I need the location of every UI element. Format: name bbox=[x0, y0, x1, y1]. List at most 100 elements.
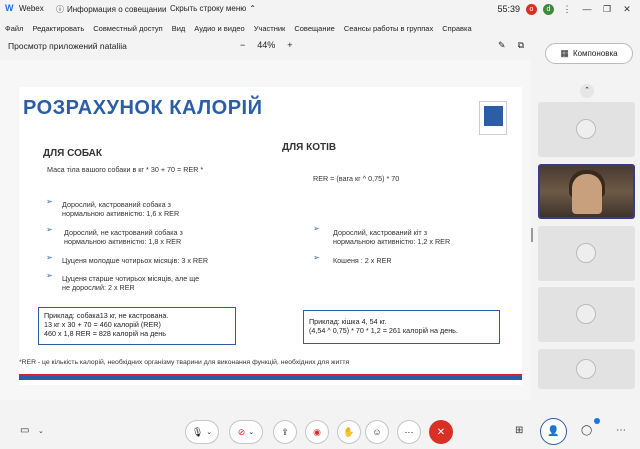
meeting-info-label: Информация о совещании bbox=[67, 5, 167, 14]
menu-audio-video[interactable]: Аудио и видео bbox=[194, 24, 244, 33]
dogs-example-line1: Приклад: собака13 кг, не кастрована. bbox=[44, 311, 169, 320]
cat-item-1-line1: Дорослий, кастрований кіт з bbox=[333, 228, 427, 237]
dog-item-1-line1: Дорослий, кастрований собака з bbox=[62, 200, 171, 209]
chevron-down-icon[interactable]: ⌄ bbox=[38, 427, 44, 435]
participant-tile[interactable] bbox=[538, 349, 635, 389]
arrow-bullet-icon: ➢ bbox=[313, 224, 320, 233]
settings-icon[interactable]: ⋮ bbox=[560, 4, 574, 15]
title-bar: W Webex ⓘ Информация о совещании Скрыть … bbox=[0, 0, 640, 18]
cats-formula: RER = (вага кг ^ 0,75) * 70 bbox=[313, 174, 400, 183]
participant-face bbox=[572, 174, 602, 214]
reactions-button[interactable]: ☺ bbox=[365, 420, 389, 444]
menu-edit[interactable]: Редактировать bbox=[32, 24, 84, 33]
chat-notification-dot bbox=[594, 418, 600, 424]
minimize-icon[interactable]: — bbox=[580, 4, 594, 14]
people-icon: 👤 bbox=[547, 426, 560, 437]
avatar bbox=[576, 304, 596, 324]
chat-icon[interactable]: ◯ bbox=[581, 425, 592, 436]
menu-file[interactable]: Файл bbox=[5, 24, 23, 33]
microphone-icon: 🎙 bbox=[191, 426, 204, 437]
chevron-down-icon: ⌄ bbox=[248, 429, 255, 436]
info-icon: ⓘ bbox=[56, 5, 64, 14]
participants-button[interactable]: 👤 bbox=[540, 418, 567, 445]
avatar bbox=[576, 243, 596, 263]
shared-content-stage: РОЗРАХУНОК КАЛОРІЙ ДЛЯ СОБАК Маса тіла в… bbox=[0, 60, 531, 400]
app-brand: W Webex bbox=[5, 3, 44, 14]
recording-badge: o bbox=[526, 3, 537, 15]
captions-icon[interactable]: ▭ bbox=[20, 425, 29, 436]
zoom-out-button[interactable]: − bbox=[240, 40, 245, 50]
layout-button[interactable]: ▦ Компоновка bbox=[545, 43, 633, 64]
hills-logo bbox=[479, 101, 507, 135]
user-avatar-badge[interactable]: d bbox=[543, 3, 554, 15]
meeting-info-button[interactable]: ⓘ Информация о совещании bbox=[56, 4, 166, 15]
layout-grid-icon: ▦ bbox=[560, 48, 569, 58]
app-name: Webex bbox=[19, 4, 44, 13]
participant-tile[interactable] bbox=[538, 226, 635, 281]
raise-hand-button[interactable]: ✋ bbox=[337, 420, 361, 444]
dog-item-2-line1: Дорослий, не кастрований собака з bbox=[64, 228, 183, 237]
participant-tile[interactable] bbox=[538, 287, 635, 342]
mute-button[interactable]: 🎙 ⌄ bbox=[185, 420, 219, 444]
layout-label: Компоновка bbox=[572, 49, 618, 58]
apps-icon[interactable]: ⊞ bbox=[515, 425, 523, 436]
dogs-formula: Маса тіла вашого собаки в кг * 30 + 70 =… bbox=[47, 165, 204, 174]
dogs-example-box: Приклад: собака13 кг, не кастрована. 13 … bbox=[38, 307, 236, 345]
menu-help[interactable]: Справка bbox=[442, 24, 471, 33]
dogs-heading: ДЛЯ СОБАК bbox=[43, 148, 102, 159]
active-speaker-video-tile[interactable] bbox=[538, 164, 635, 219]
more-options-button[interactable]: ⋯ bbox=[397, 420, 421, 444]
hide-menu-bar-button[interactable]: Скрыть строку меню ⌃ bbox=[170, 4, 256, 13]
webex-logo-icon: W bbox=[5, 3, 14, 13]
share-header: Просмотр приложений nataliia − 44% + ✎ ⧉ bbox=[0, 36, 530, 56]
arrow-bullet-icon: ➢ bbox=[313, 253, 320, 262]
cats-example-line1: Приклад: кішка 4, 54 кг. bbox=[309, 317, 387, 326]
smiley-icon: ☺ bbox=[372, 427, 382, 437]
menu-breakout[interactable]: Сеансы работы в группах bbox=[344, 24, 433, 33]
restore-icon[interactable]: ❐ bbox=[600, 4, 614, 15]
panel-resize-handle[interactable] bbox=[531, 228, 533, 242]
share-button[interactable]: ⇪ bbox=[273, 420, 297, 444]
participant-tile[interactable] bbox=[538, 102, 635, 157]
record-icon: ◉ bbox=[313, 426, 321, 437]
chevron-up-icon: ⌃ bbox=[249, 4, 256, 13]
annotate-icon[interactable]: ✎ bbox=[498, 40, 506, 51]
cats-example-line2: (4,54 ^ 0,75) * 70 * 1,2 = 261 калорій н… bbox=[309, 326, 458, 335]
more-icon: ⋯ bbox=[404, 426, 414, 437]
cat-item-2: Кошеня : 2 х RER bbox=[333, 256, 392, 265]
record-button[interactable]: ◉ bbox=[305, 420, 329, 444]
menu-participant[interactable]: Участник bbox=[254, 24, 286, 33]
chevron-up-icon[interactable]: ⌃ bbox=[580, 84, 594, 98]
dog-item-3: Цуценя молодше чотирьох місяців: 3 х RER bbox=[62, 256, 209, 265]
dogs-example-line3: 460 х 1,8 RER = 828 калорій на день bbox=[44, 329, 166, 338]
menu-meeting[interactable]: Совещание bbox=[294, 24, 335, 33]
menu-view[interactable]: Вид bbox=[172, 24, 186, 33]
cats-heading: ДЛЯ КОТІВ bbox=[282, 142, 337, 153]
dog-item-2-line2: нормальною активністю: 1,8 х RER bbox=[64, 237, 182, 246]
video-button[interactable]: ⊘ ⌄ bbox=[229, 420, 263, 444]
participant-video-strip: ⌃ bbox=[536, 80, 638, 400]
dog-item-4-line2: не дорослий: 2 х RER bbox=[62, 283, 135, 292]
video-off-icon: ⊘ bbox=[237, 426, 246, 437]
popout-icon[interactable]: ⧉ bbox=[518, 40, 524, 51]
avatar bbox=[576, 359, 596, 379]
chevron-down-icon: ⌄ bbox=[206, 429, 213, 436]
cats-example-box: Приклад: кішка 4, 54 кг. (4,54 ^ 0,75) *… bbox=[303, 310, 500, 344]
zoom-level: 44% bbox=[257, 40, 276, 50]
arrow-bullet-icon: ➢ bbox=[46, 253, 53, 262]
more-icon[interactable]: ⋯ bbox=[616, 425, 626, 436]
hide-bar-label: Скрыть строку меню bbox=[170, 4, 247, 13]
dog-item-4-line1: Цуценя старше чотирьох місяців, але ще bbox=[62, 274, 200, 283]
slide-title: РОЗРАХУНОК КАЛОРІЙ bbox=[23, 97, 263, 119]
slide-footer-blue-stripe bbox=[19, 376, 522, 380]
end-call-button[interactable]: ✕ bbox=[429, 420, 453, 444]
menu-bar: Файл Редактировать Совместный доступ Вид… bbox=[0, 20, 640, 36]
hand-icon: ✋ bbox=[343, 426, 355, 437]
zoom-in-button[interactable]: + bbox=[287, 40, 292, 50]
meeting-timer: 55:39 bbox=[497, 4, 520, 14]
close-icon[interactable]: ✕ bbox=[620, 4, 634, 15]
avatar bbox=[576, 119, 596, 139]
arrow-bullet-icon: ➢ bbox=[46, 197, 53, 206]
menu-share[interactable]: Совместный доступ bbox=[93, 24, 162, 33]
close-icon: ✕ bbox=[436, 426, 446, 438]
